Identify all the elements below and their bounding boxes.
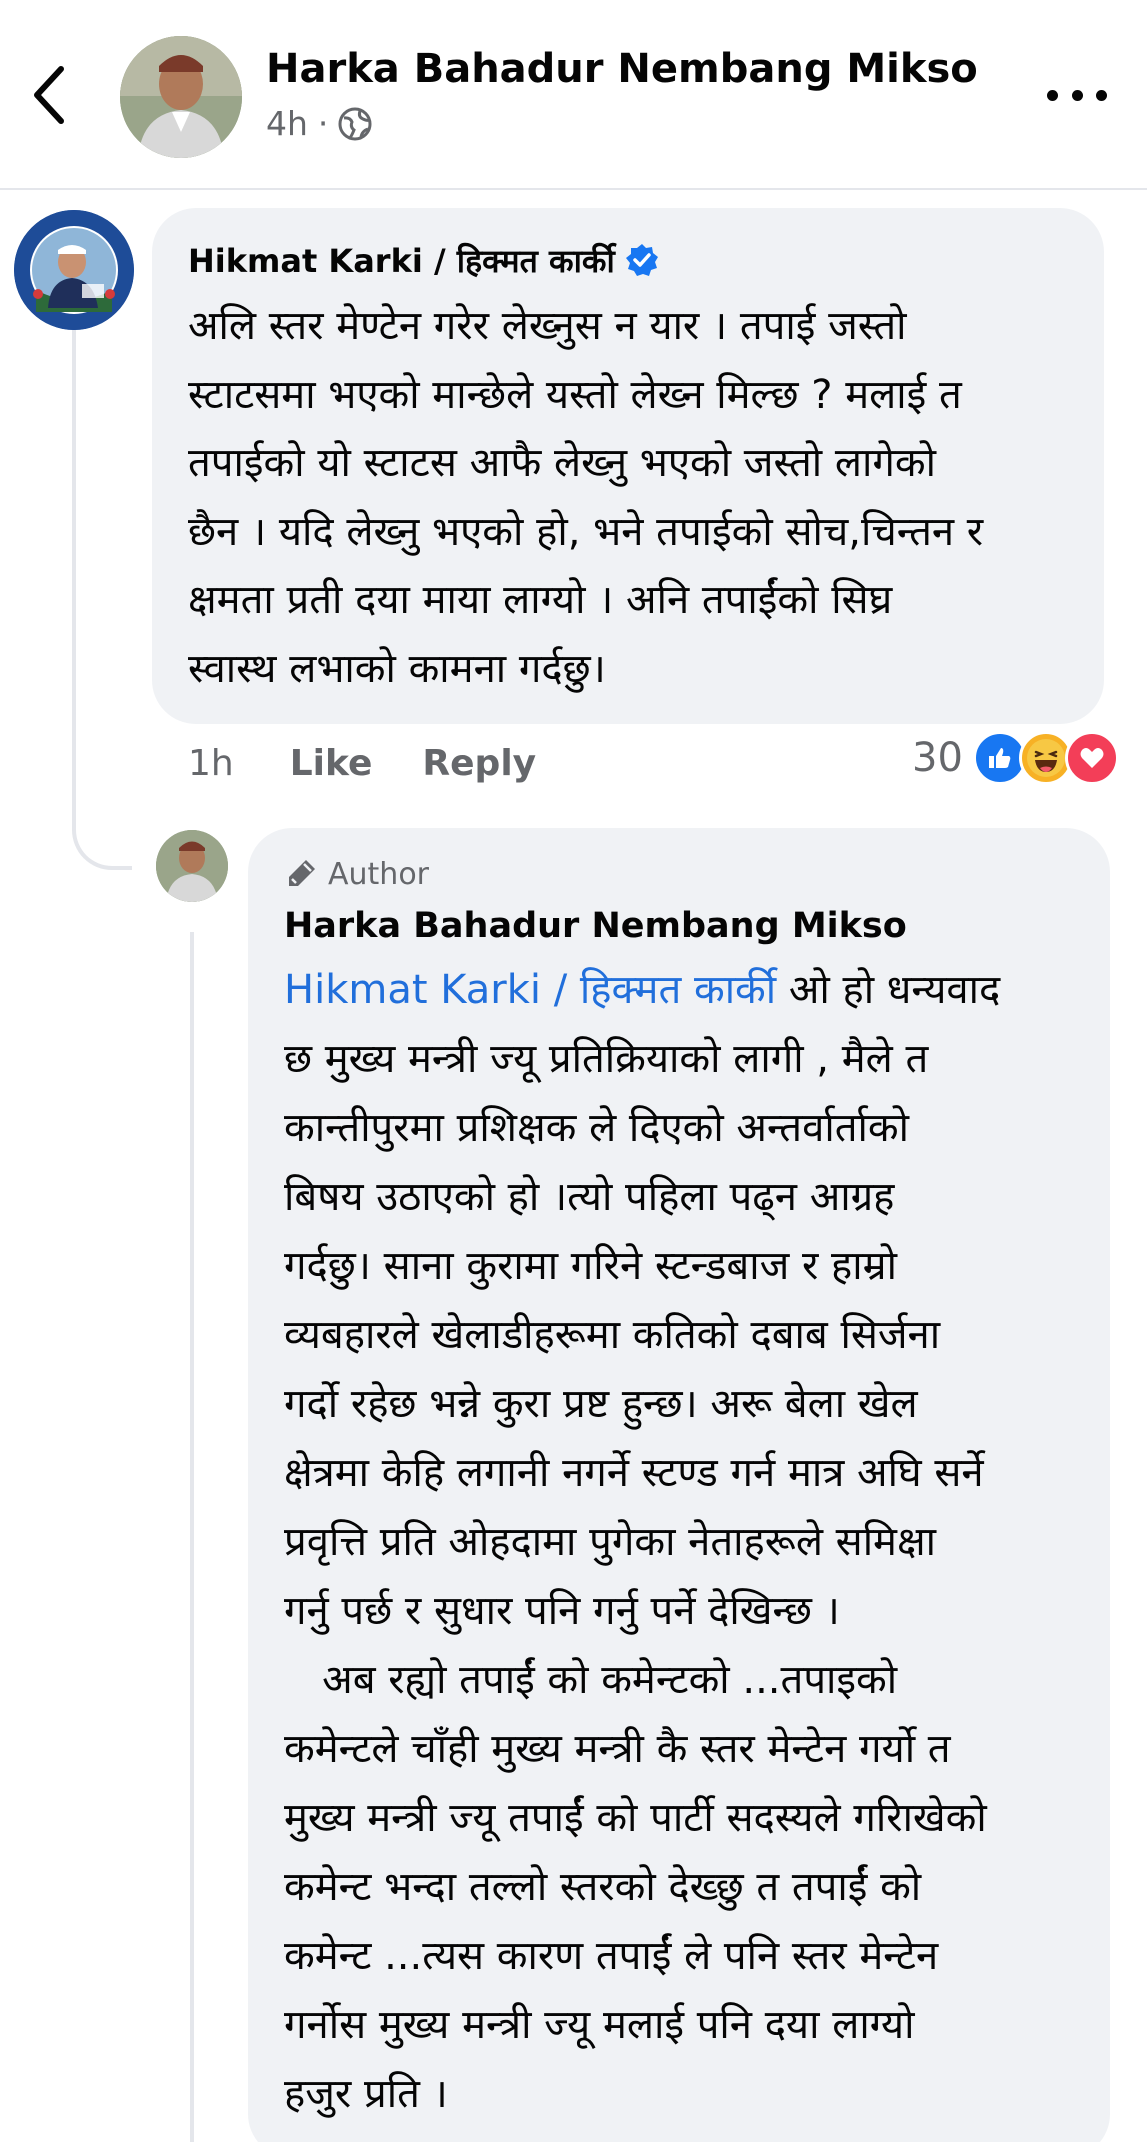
reply-button[interactable]: Reply bbox=[422, 743, 536, 784]
reply-bubble: Author Harka Bahadur Nembang Mikso Hikma… bbox=[248, 828, 1110, 2142]
post-time: 4h bbox=[266, 104, 308, 143]
post-author-name[interactable]: Harka Bahadur Nembang Mikso bbox=[266, 46, 978, 92]
back-button[interactable] bbox=[24, 60, 74, 130]
comment-bubble: Hikmat Karki / हिक्मत कार्की अलि स्तर मे… bbox=[152, 208, 1104, 724]
author-badge-label: Author bbox=[328, 856, 430, 892]
author-badge: Author bbox=[284, 852, 1080, 896]
verified-badge-icon bbox=[625, 244, 658, 276]
post-meta: 4h · bbox=[266, 104, 372, 143]
comment-time: 1h bbox=[188, 742, 234, 784]
more-options-button[interactable] bbox=[1047, 80, 1107, 110]
comment-author-row: Hikmat Karki / हिक्मत कार्की bbox=[188, 236, 1070, 284]
reply-text-body: ओ हो धन्यवाद छ मुख्य मन्त्री ज्यू प्रतिक… bbox=[284, 967, 1001, 2117]
pen-icon bbox=[289, 860, 315, 886]
reply-thread-line bbox=[190, 932, 194, 2142]
love-reaction-icon bbox=[1064, 731, 1119, 785]
comment-thread-page: Harka Bahadur Nembang Mikso 4h · Hikmat … bbox=[0, 0, 1147, 2142]
thread-connector bbox=[72, 330, 132, 870]
reaction-count: 30 bbox=[912, 735, 963, 781]
more-dot-icon bbox=[1071, 89, 1083, 101]
commenter-avatar[interactable] bbox=[14, 210, 134, 330]
chevron-left-icon bbox=[34, 66, 64, 124]
mention-link[interactable]: Hikmat Karki / हिक्मत कार्की bbox=[284, 967, 776, 1013]
post-header: Harka Bahadur Nembang Mikso 4h · bbox=[0, 0, 1147, 190]
globe-icon bbox=[338, 107, 372, 140]
comment-text: अलि स्तर मेण्टेन गरेर लेख्नुस न यार । तप… bbox=[188, 303, 984, 692]
more-dot-icon bbox=[1047, 89, 1058, 101]
comment-actions: 1h Like Reply bbox=[188, 738, 586, 788]
reply-author-name[interactable]: Harka Bahadur Nembang Mikso bbox=[284, 906, 1080, 956]
like-button[interactable]: Like bbox=[290, 743, 373, 784]
reaction-summary[interactable]: 30 bbox=[912, 730, 1119, 786]
author-avatar[interactable] bbox=[120, 36, 242, 158]
comment-author-name[interactable]: Hikmat Karki / हिक्मत कार्की bbox=[188, 239, 615, 282]
more-dot-icon bbox=[1096, 89, 1107, 101]
reply-text: Hikmat Karki / हिक्मत कार्की ओ हो धन्यवा… bbox=[284, 956, 1080, 2129]
reply-author-avatar[interactable] bbox=[156, 830, 228, 902]
meta-separator: · bbox=[317, 104, 329, 143]
